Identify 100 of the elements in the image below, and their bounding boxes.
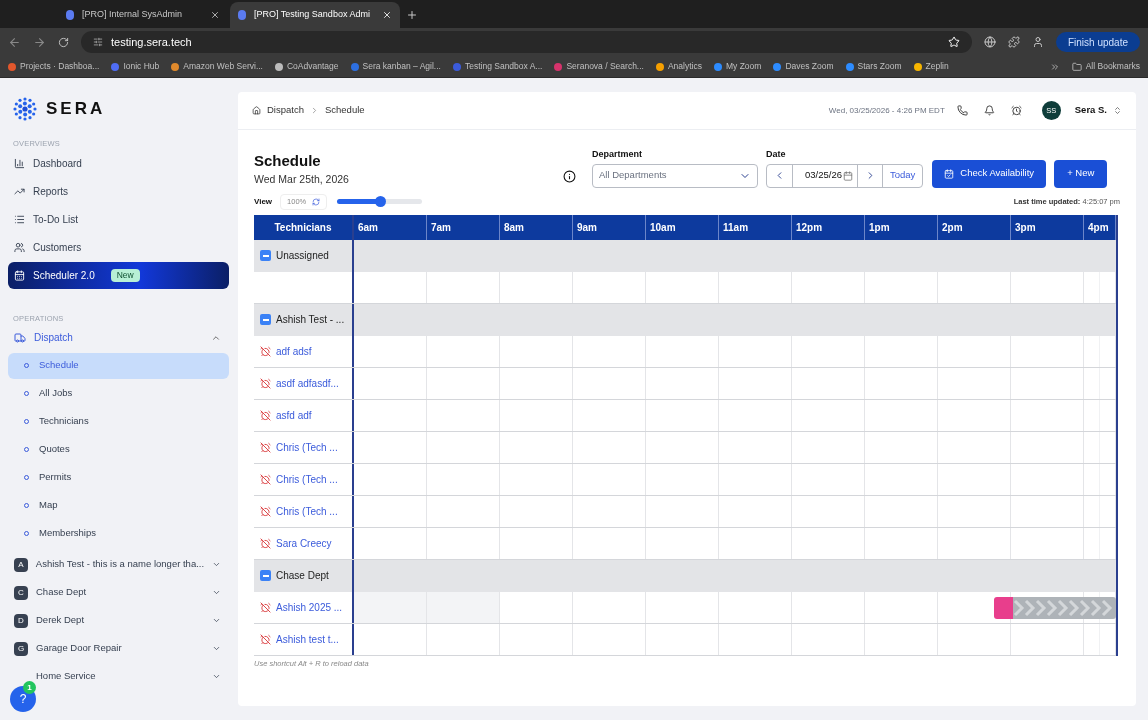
collapse-icon[interactable] [260, 314, 271, 325]
department-menu-item[interactable]: Derek Dept [36, 613, 204, 628]
bookmark-link[interactable]: Seranova / Search... [566, 60, 644, 73]
bell-icon[interactable] [983, 105, 995, 116]
alarm-off-icon [260, 345, 271, 357]
submenu-item[interactable]: Technicians [8, 408, 229, 435]
hour-header: 3pm [1011, 214, 1084, 240]
alarm-off-icon [260, 537, 271, 549]
submenu-item[interactable]: All Jobs [8, 380, 229, 407]
sidebar-item[interactable]: Customers [8, 233, 229, 262]
department-menu-item[interactable]: Chase Dept [36, 585, 204, 600]
zoom-slider[interactable] [337, 199, 423, 204]
submenu-item[interactable]: Memberships [8, 520, 229, 547]
update-button[interactable]: Finish update [1055, 32, 1140, 52]
hour-header: 2pm [938, 214, 1011, 240]
refresh-icon[interactable] [312, 197, 321, 206]
new-tab-icon[interactable] [406, 9, 418, 21]
technician-link[interactable]: Ashish test t... [276, 631, 339, 647]
bookmark-link[interactable]: Amazon Web Servi... [183, 60, 263, 73]
back-icon[interactable] [8, 35, 21, 49]
breadcrumb-link[interactable]: Schedule [324, 103, 365, 118]
favicon-icon [238, 10, 246, 20]
submenu-item[interactable]: Permits [8, 464, 229, 491]
sidebar-item[interactable]: Dashboard [8, 149, 229, 178]
sidebar-item-icon [14, 157, 25, 169]
sidebar-item[interactable]: To-Do List [8, 205, 229, 234]
alarm-off-icon [260, 377, 271, 389]
bookmark-link[interactable]: Ionic Hub [123, 60, 160, 73]
profile-icon[interactable] [1031, 36, 1044, 48]
alarm-off-icon [260, 409, 271, 421]
alarm-off-icon [260, 441, 271, 453]
bookmark-link[interactable]: Daves Zoom [785, 60, 834, 73]
hour-header: 4pm [1084, 214, 1116, 240]
job-event[interactable] [994, 596, 1116, 619]
slider-thumb[interactable] [374, 196, 386, 207]
submenu-item[interactable]: Schedule [8, 352, 229, 379]
new-button[interactable]: + New [1054, 159, 1108, 188]
bookmark-link[interactable]: Testing Sandbox A... [464, 60, 543, 73]
technician-link[interactable]: Chris (Tech ... [276, 503, 338, 519]
promo-sidebar-item[interactable]: Scheduler 2.0 New [8, 262, 229, 290]
address-bar[interactable]: testing.sera.tech [81, 31, 972, 53]
department-menu-item[interactable]: Home Service [36, 669, 204, 684]
info-icon[interactable] [563, 169, 576, 183]
browser-tab[interactable]: [PRO] Testing Sandbox Admi [230, 2, 400, 28]
close-icon[interactable] [210, 10, 220, 20]
department-menu-item[interactable]: Ashish Test - this is a name longer tha... [35, 557, 205, 572]
technician-link[interactable]: Chris (Tech ... [276, 439, 338, 455]
alarm-off-icon [260, 505, 271, 517]
technician-link[interactable]: Chris (Tech ... [276, 471, 338, 487]
view-label: View [254, 195, 273, 208]
group-name: Unassigned [276, 249, 329, 263]
all-bookmarks-link[interactable]: All Bookmarks [1085, 60, 1140, 73]
hour-header: 10am [646, 214, 719, 240]
check-availability-button[interactable]: Check Availability [932, 159, 1047, 188]
star-icon[interactable] [947, 36, 960, 48]
home-icon[interactable] [252, 106, 261, 115]
letter-avatar: C [14, 585, 28, 600]
collapse-icon[interactable] [260, 250, 271, 261]
breadcrumb-link[interactable]: Dispatch [267, 103, 304, 118]
alarm-clock-icon[interactable] [1010, 105, 1022, 116]
bookmark-link[interactable]: Zeplin [925, 60, 949, 73]
submenu-item[interactable]: Map [8, 492, 229, 519]
hour-header: 1pm [865, 214, 938, 240]
technician-link[interactable]: Ashish 2025 ... [276, 599, 343, 615]
department-menu-item[interactable]: Garage Door Repair [36, 641, 204, 656]
bookmark-link[interactable]: Analytics [667, 60, 702, 73]
collapse-icon[interactable] [260, 570, 271, 581]
favicon-icon [66, 10, 74, 20]
bookmark-link[interactable]: Stars Zoom [857, 60, 902, 73]
more-bookmarks-icon[interactable] [1049, 61, 1060, 72]
forward-icon[interactable] [33, 35, 46, 49]
truck-icon [14, 331, 26, 344]
technician-link[interactable]: Sara Creecy [276, 535, 332, 551]
sidebar-item[interactable]: Reports [8, 177, 229, 206]
schedule-date: Wed Mar 25th, 2026 [254, 171, 350, 187]
puzzle-icon[interactable] [1007, 36, 1020, 48]
bookmark-link[interactable]: Projects · Dashboa... [20, 60, 100, 73]
notification-badge: 1 [23, 681, 36, 694]
technician-link[interactable]: asdf adfasdf... [276, 375, 339, 391]
technician-link[interactable]: adf adsf [276, 343, 312, 359]
calendar-icon [14, 270, 25, 282]
calendar-check-icon [944, 168, 955, 179]
technician-link[interactable]: asfd adf [276, 407, 312, 423]
bookmark-link[interactable]: Sera kanban – Agil... [362, 60, 441, 73]
site-settings-icon[interactable] [93, 37, 103, 47]
reload-icon[interactable] [58, 36, 69, 48]
phone-icon[interactable] [956, 105, 968, 116]
browser-tab[interactable]: [PRO] Internal SysAdmin [58, 2, 228, 28]
chevron-down-icon [212, 672, 221, 681]
user-name[interactable]: Sera S. [1074, 103, 1107, 118]
bookmark-link[interactable]: CoAdvantage [287, 60, 339, 73]
hour-header: 6am [354, 214, 427, 240]
extension-icon[interactable] [983, 36, 996, 48]
hour-header: 11am [719, 214, 792, 240]
department-select[interactable]: All Departments [592, 163, 758, 188]
dispatch-menu-item[interactable]: Dispatch [8, 324, 229, 351]
submenu-item[interactable]: Quotes [8, 436, 229, 463]
user-menu-icon[interactable] [1113, 106, 1122, 115]
bookmark-link[interactable]: My Zoom [725, 60, 762, 73]
close-icon[interactable] [382, 10, 392, 20]
